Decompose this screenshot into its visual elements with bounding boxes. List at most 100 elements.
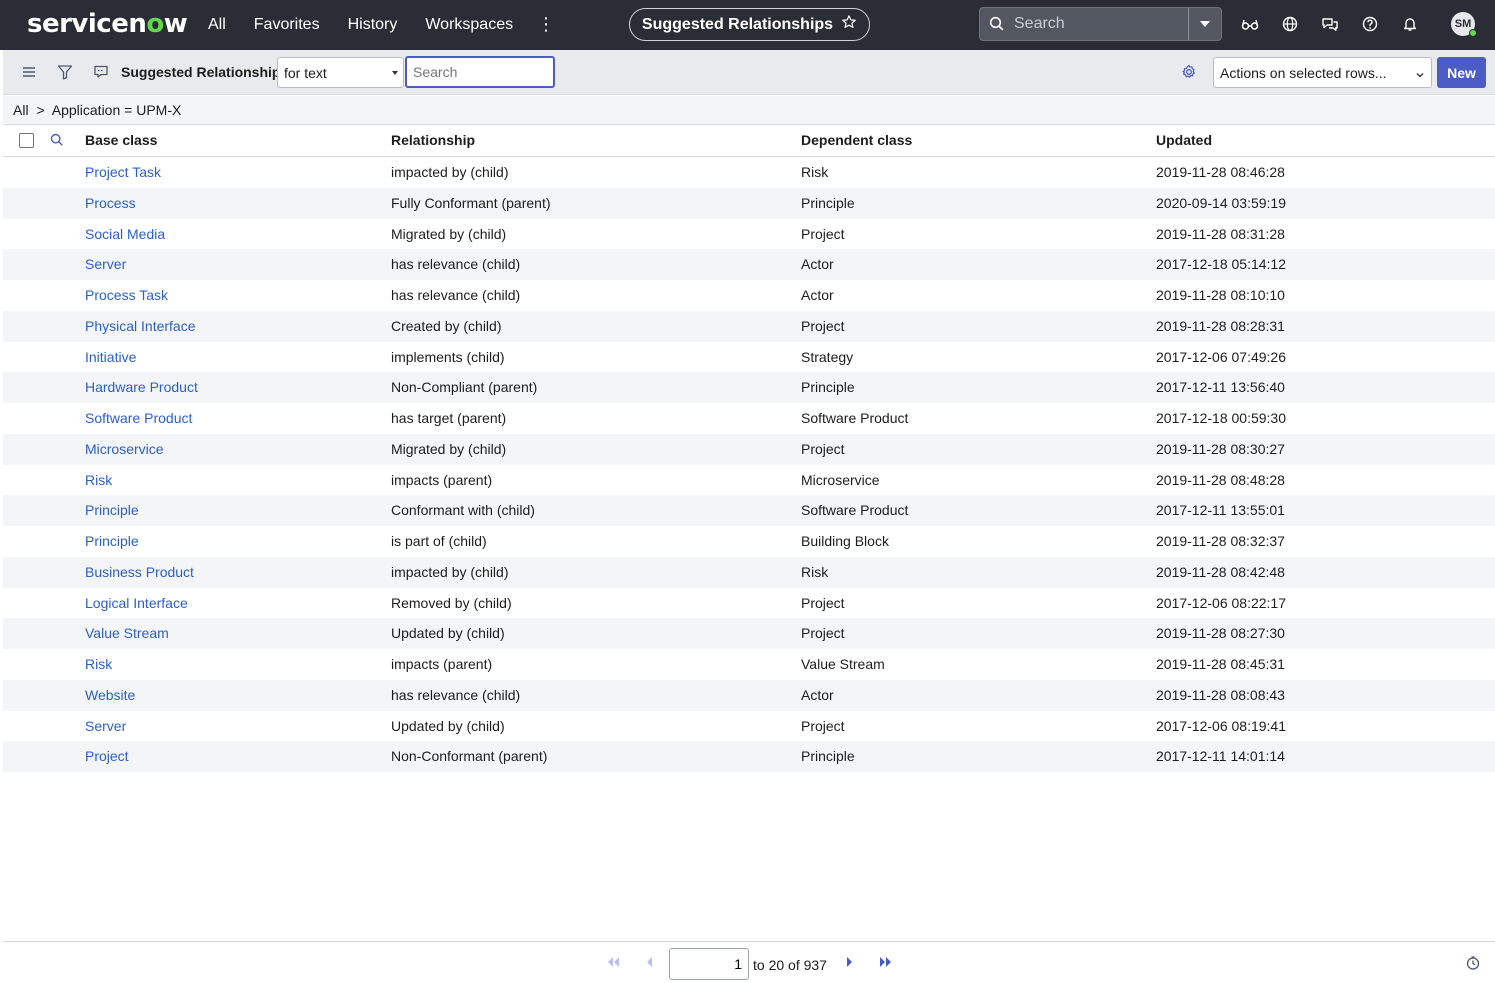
cell-dependent-class: Project [801, 225, 845, 242]
header-relationship[interactable]: Relationship [391, 125, 475, 156]
table-row[interactable]: Hardware Product Non-Compliant (parent) Pr… [3, 372, 1495, 403]
table-row[interactable]: Social Media Migrated by (child) Project 20… [3, 219, 1495, 250]
cell-base-class[interactable]: Physical Interface [85, 311, 196, 341]
cell-base-class[interactable]: Risk [85, 649, 112, 679]
table-row[interactable]: Principle Conformant with (child) Software… [3, 495, 1495, 526]
cell-dependent-class: Software Product [801, 410, 909, 426]
table-row[interactable]: Physical Interface Created by (child) Proj… [3, 310, 1495, 342]
table-row[interactable]: Risk impacts (parent) Value Stream 2019-11-… [3, 649, 1495, 680]
last-page-icon[interactable] [879, 955, 893, 971]
more-menu-icon[interactable]: ⋮ [537, 14, 555, 34]
cell-base-class[interactable]: Principle [85, 495, 139, 525]
previous-page-icon[interactable] [645, 955, 653, 971]
cell-base-class[interactable]: Process [85, 188, 136, 218]
table-row[interactable]: Software Product has target (parent) Softw… [3, 403, 1495, 434]
table-row[interactable]: Initiative implements (child) Strategy 2017… [3, 342, 1495, 373]
cell-relationship: has relevance (child) [391, 287, 521, 303]
cell-updated: 2017-12-18 05:14:12 [1156, 256, 1286, 273]
cell-base-class[interactable]: Hardware Product [85, 372, 198, 402]
nav-all[interactable]: All [208, 16, 226, 34]
records-table: Base class Relationship Dependent class … [3, 125, 1495, 772]
table-row[interactable]: Risk impacts (parent) Microservice 2019-11-… [3, 465, 1495, 496]
search-field-select[interactable]: for text [277, 57, 404, 88]
cell-base-class[interactable]: Value Stream [85, 618, 169, 648]
cell-relationship: Created by (child) [391, 317, 502, 334]
cell-base-class[interactable]: Business Product [85, 557, 194, 587]
filter-icon[interactable] [56, 63, 74, 81]
cell-base-class[interactable]: Principle [85, 526, 139, 556]
activity-stream-icon[interactable] [92, 63, 110, 81]
cell-base-class[interactable]: Server [85, 249, 126, 279]
cell-updated: 2019-11-28 08:27:30 [1156, 625, 1285, 642]
cell-base-class[interactable]: Project [85, 741, 129, 771]
new-button[interactable]: New [1437, 57, 1486, 88]
user-avatar[interactable]: SM [1451, 12, 1477, 37]
table-row[interactable]: Server has relevance (child) Actor 2017-12-… [3, 249, 1495, 280]
first-page-icon[interactable] [606, 955, 620, 971]
cell-base-class[interactable]: Logical Interface [85, 588, 188, 618]
table-row[interactable]: Value Stream Updated by (child) Project 201… [3, 618, 1495, 649]
cell-base-class[interactable]: Initiative [85, 342, 136, 372]
nav-workspaces[interactable]: Workspaces [425, 16, 513, 34]
impersonate-glasses-icon[interactable] [1240, 14, 1260, 34]
nav-favorites[interactable]: Favorites [254, 16, 320, 34]
select-all-checkbox[interactable] [19, 133, 34, 148]
cell-updated: 2019-11-28 08:31:28 [1156, 225, 1285, 242]
breadcrumb-all[interactable]: All [13, 102, 29, 118]
table-row[interactable]: Microservice Migrated by (child) Project 20… [3, 433, 1495, 465]
notifications-bell-icon[interactable] [1400, 14, 1420, 34]
cell-updated: 2017-12-06 07:49:26 [1156, 348, 1286, 365]
page-number-input[interactable] [669, 948, 749, 980]
cell-base-class[interactable]: Microservice [85, 434, 164, 464]
cell-base-class[interactable]: Project Task [85, 157, 161, 187]
global-search-input[interactable]: Search [1014, 15, 1065, 33]
star-icon[interactable] [841, 14, 857, 35]
context-title-pill[interactable]: Suggested Relationships [629, 8, 870, 41]
response-time-icon[interactable] [1466, 956, 1480, 973]
table-row[interactable]: Process Task has relevance (child) Actor 20… [3, 280, 1495, 311]
column-search-icon[interactable] [50, 133, 64, 150]
cell-base-class[interactable]: Social Media [85, 219, 165, 249]
cell-relationship: Removed by (child) [391, 594, 512, 611]
cell-dependent-class: Actor [801, 256, 834, 273]
cell-base-class[interactable]: Risk [85, 465, 112, 495]
cell-updated: 2017-12-11 13:55:01 [1156, 502, 1285, 519]
cell-relationship: impacts (parent) [391, 656, 493, 672]
list-search-input[interactable] [405, 56, 555, 88]
header-dependent-class[interactable]: Dependent class [801, 125, 912, 156]
cell-dependent-class: Microservice [801, 471, 880, 488]
table-row[interactable]: Logical Interface Removed by (child) Proje… [3, 588, 1495, 619]
breadcrumb-filter[interactable]: Application = UPM-X [52, 102, 182, 118]
header-updated[interactable]: Updated [1156, 125, 1212, 156]
cell-base-class[interactable]: Website [85, 680, 135, 710]
table-row[interactable]: Project Non-Conformant (parent) Principle 2… [3, 741, 1495, 772]
table-row[interactable]: Principle is part of (child) Building Bloc… [3, 526, 1495, 557]
chat-icon[interactable] [1320, 14, 1340, 34]
cell-dependent-class: Project [801, 440, 845, 457]
table-row[interactable]: Server Updated by (child) Project 2017-12-0… [3, 711, 1495, 742]
cell-dependent-class: Project [801, 594, 845, 611]
global-search[interactable]: Search [979, 7, 1222, 41]
cell-base-class[interactable]: Process Task [85, 280, 168, 310]
table-row[interactable]: Process Fully Conformant (parent) Principl… [3, 187, 1495, 219]
gear-icon[interactable] [1180, 63, 1198, 81]
list-title[interactable]: Suggested Relationships [121, 64, 288, 80]
next-page-icon[interactable] [846, 955, 854, 971]
table-row[interactable]: Website has relevance (child) Actor 2019-11… [3, 679, 1495, 711]
cell-updated: 2017-12-11 14:01:14 [1156, 748, 1285, 765]
header-base-class[interactable]: Base class [85, 125, 157, 156]
table-row[interactable]: Project Task impacted by (child) Risk 2019-… [3, 157, 1495, 188]
nav-history[interactable]: History [348, 16, 398, 34]
table-row[interactable]: Business Product impacted by (child) Risk 2… [3, 556, 1495, 588]
cell-base-class[interactable]: Server [85, 711, 126, 741]
help-icon[interactable] [1360, 14, 1380, 34]
cell-base-class[interactable]: Software Product [85, 403, 192, 433]
search-scope-dropdown[interactable] [1188, 8, 1221, 40]
actions-on-selected-select[interactable]: Actions on selected rows... [1213, 57, 1432, 88]
breadcrumb-separator: > [36, 102, 45, 118]
hamburger-menu-icon[interactable] [20, 63, 38, 81]
servicenow-logo[interactable]: servicenow [27, 9, 188, 39]
globe-icon[interactable] [1280, 14, 1300, 34]
cell-relationship: Updated by (child) [391, 625, 505, 642]
cell-updated: 2019-11-28 08:46:28 [1156, 164, 1285, 180]
